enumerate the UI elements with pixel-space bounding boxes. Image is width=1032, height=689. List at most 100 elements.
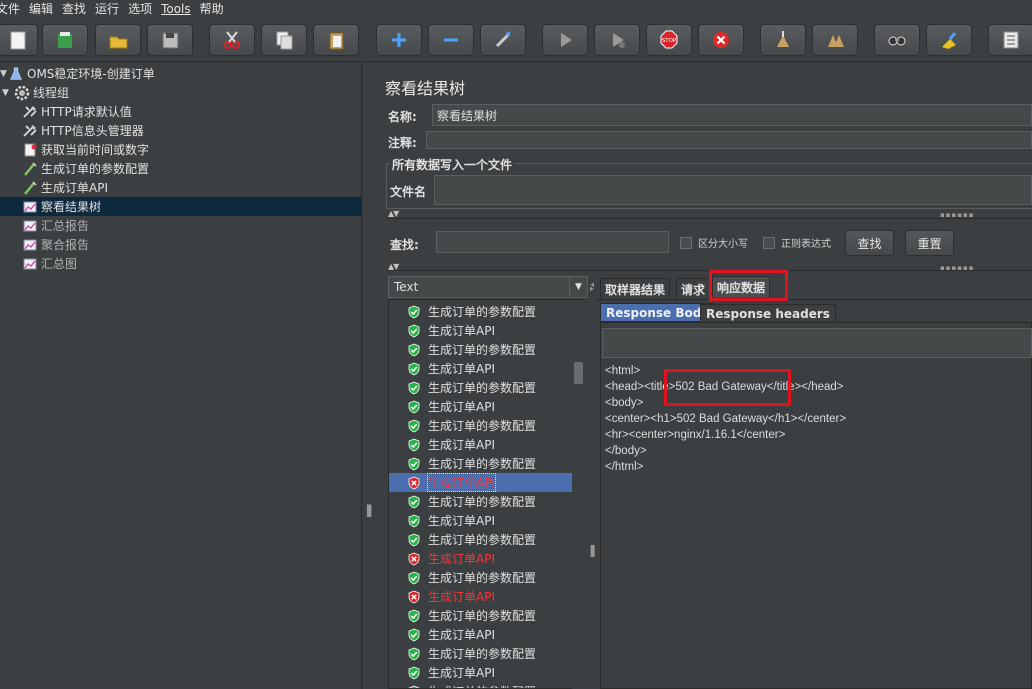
- result-item[interactable]: 生成订单API: [389, 663, 573, 682]
- result-item[interactable]: 生成订单API: [389, 625, 573, 644]
- tree-item[interactable]: 聚合报告: [0, 235, 89, 254]
- tree-item[interactable]: HTTP信息头管理器: [0, 121, 144, 140]
- shield-check-icon: [408, 685, 420, 688]
- result-item[interactable]: 生成订单的参数配置: [389, 492, 573, 511]
- start-no-pause-button[interactable]: [594, 24, 640, 56]
- filename-field[interactable]: [434, 175, 1032, 205]
- listener-icon: [22, 256, 38, 272]
- result-item[interactable]: 生成订单API: [389, 549, 573, 568]
- results-scrollbar[interactable]: [572, 300, 585, 689]
- result-item[interactable]: 生成订单的参数配置: [389, 568, 573, 587]
- comment-field[interactable]: [426, 131, 1032, 149]
- result-item[interactable]: 生成订单API: [389, 435, 573, 454]
- chevron-down-icon[interactable]: ▼: [569, 277, 587, 297]
- result-item-label: 生成订单的参数配置: [428, 571, 537, 585]
- result-item[interactable]: 生成订单的参数配置: [389, 454, 573, 473]
- result-item[interactable]: 生成订单的参数配置: [389, 606, 573, 625]
- renderer-select[interactable]: Text ▼: [388, 276, 588, 298]
- search-button[interactable]: 查找: [845, 230, 894, 256]
- shield-check-icon: [408, 571, 420, 584]
- menu-item-4[interactable]: 选项: [128, 0, 152, 17]
- response-line: <center><h1>502 Bad Gateway</h1></center…: [605, 413, 847, 425]
- tab-request[interactable]: 请求: [676, 278, 711, 299]
- reset-search-button[interactable]: [926, 24, 972, 56]
- subtab-response-body[interactable]: Response Body: [600, 303, 716, 322]
- start-button[interactable]: [542, 24, 588, 56]
- case-sensitive-label: 区分大小写: [698, 239, 748, 250]
- toggle-button[interactable]: [480, 24, 526, 56]
- splitter-grip-icon[interactable]: ▪ ▪ ▪: [590, 543, 595, 559]
- collapse-arrows-icon[interactable]: ▲▼: [388, 209, 399, 218]
- clear-button[interactable]: [760, 24, 806, 56]
- tree-item[interactable]: 获取当前时间或数字: [0, 140, 149, 159]
- result-item[interactable]: 生成订单的参数配置: [389, 340, 573, 359]
- result-item[interactable]: 生成订单API: [389, 321, 573, 340]
- tree-item-label: 聚合报告: [41, 238, 90, 252]
- collapse-button[interactable]: [428, 24, 474, 56]
- result-item[interactable]: 生成订单API: [389, 397, 573, 416]
- tree-item[interactable]: 汇总图: [0, 254, 77, 273]
- result-item[interactable]: 生成订单API: [389, 473, 573, 492]
- scroll-thumb[interactable]: [574, 362, 583, 384]
- highlight-box-title: [664, 369, 791, 406]
- result-item[interactable]: 生成订单的参数配置: [389, 416, 573, 435]
- expand-arrow-icon[interactable]: ▼: [2, 88, 14, 98]
- templates-button[interactable]: [42, 24, 88, 56]
- tree-item[interactable]: 生成订单的参数配置: [0, 159, 149, 178]
- result-item[interactable]: 生成订单的参数配置: [389, 682, 573, 688]
- vertical-splitter[interactable]: ▪ ▪ ▪: [363, 63, 373, 689]
- result-item[interactable]: 生成订单的参数配置: [389, 302, 573, 321]
- result-item-label: 生成订单的参数配置: [428, 495, 537, 509]
- response-search-field[interactable]: [602, 328, 1032, 358]
- paste-button[interactable]: [313, 24, 359, 56]
- shield-check-icon: [408, 419, 420, 432]
- tree-root[interactable]: ▼ OMS稳定环境-创建订单: [0, 64, 155, 83]
- case-sensitive-checkbox[interactable]: 区分大小写: [680, 235, 748, 250]
- test-plan-tree: ▼ OMS稳定环境-创建订单 ▼ 线程组 HTTP请求默认值 HTTP信息头管理器…: [0, 63, 362, 689]
- page-title: 察看结果树: [385, 79, 466, 98]
- result-item[interactable]: 生成订单的参数配置: [389, 644, 573, 663]
- menu-item-0[interactable]: 文件: [0, 0, 20, 17]
- tree-thread-group[interactable]: ▼ 线程组: [0, 83, 69, 102]
- subtab-response-headers[interactable]: Response headers: [700, 304, 836, 323]
- result-item[interactable]: 生成订单的参数配置: [389, 378, 573, 397]
- shutdown-button[interactable]: [698, 24, 744, 56]
- wrench-icon: [22, 123, 38, 139]
- open-button[interactable]: [95, 24, 141, 56]
- stop-button[interactable]: STOP: [646, 24, 692, 56]
- tab-sampler-result[interactable]: 取样器结果: [600, 278, 671, 299]
- menu-item-6[interactable]: 帮助: [200, 0, 224, 17]
- collapse-icon: [444, 38, 458, 42]
- copy-button[interactable]: [261, 24, 307, 56]
- tree-item[interactable]: 生成订单API: [0, 178, 108, 197]
- clear-all-icon: [828, 35, 844, 47]
- new-button[interactable]: [0, 24, 38, 56]
- result-item[interactable]: 生成订单API: [389, 511, 573, 530]
- tree-item[interactable]: HTTP请求默认值: [0, 102, 132, 121]
- menu-item-2[interactable]: 查找: [62, 0, 86, 17]
- reset-button[interactable]: 重置: [905, 230, 954, 256]
- function-helper-button[interactable]: [988, 24, 1032, 56]
- clear-all-button[interactable]: [812, 24, 858, 56]
- menu-item-1[interactable]: 编辑: [29, 0, 53, 17]
- result-item[interactable]: 生成订单API: [389, 359, 573, 378]
- tree-item[interactable]: 察看结果树: [0, 197, 362, 216]
- save-button[interactable]: [147, 24, 193, 56]
- result-item-label: 生成订单的参数配置: [428, 683, 536, 688]
- shield-check-icon: [408, 628, 420, 641]
- menu-item-5[interactable]: Tools: [161, 2, 191, 16]
- expand-arrow-icon[interactable]: ▼: [0, 69, 8, 79]
- result-item[interactable]: 生成订单的参数配置: [389, 530, 573, 549]
- name-field[interactable]: 察看结果树: [432, 104, 1032, 126]
- expand-button[interactable]: [376, 24, 422, 56]
- result-item[interactable]: 生成订单API: [389, 587, 573, 606]
- search-button[interactable]: [874, 24, 920, 56]
- open-icon: [109, 36, 128, 49]
- search-input[interactable]: [436, 231, 669, 253]
- result-item-label: 生成订单API: [428, 362, 495, 376]
- menu-item-3[interactable]: 运行: [95, 0, 119, 17]
- cut-button[interactable]: [209, 24, 255, 56]
- splitter-grip-icon[interactable]: ◂ ▸: [590, 281, 594, 293]
- regex-checkbox[interactable]: 正则表达式: [763, 235, 831, 250]
- tree-item[interactable]: 汇总报告: [0, 216, 89, 235]
